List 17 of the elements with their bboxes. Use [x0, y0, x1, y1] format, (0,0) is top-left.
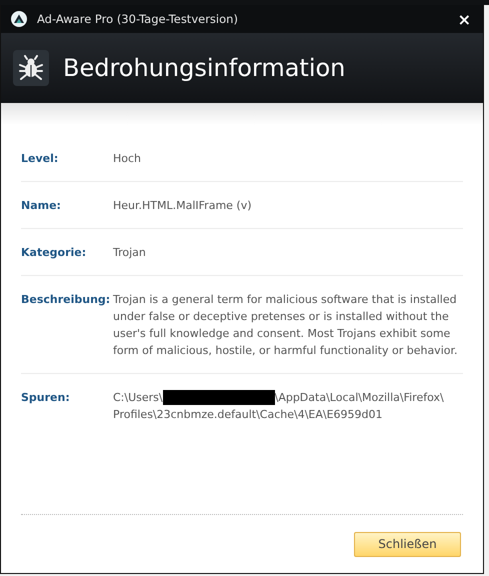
close-dialog-button[interactable]: Schließen: [354, 532, 461, 556]
path-text: Profiles\23cnbmze.default\Cache\4\EA\E6959d01: [113, 407, 383, 423]
field-label: Name:: [21, 198, 62, 214]
field-value: Heur.HTML.MalIFrame (v): [113, 198, 253, 214]
field-label: Level:: [21, 151, 60, 167]
field-value: Trojan: [113, 245, 147, 261]
window-title: Ad-Aware Pro (30-Tage-Testversion): [37, 12, 239, 26]
field-label: Kategorie:: [21, 245, 88, 261]
bug-icon: [13, 50, 49, 86]
dialog-heading: Bedrohungsinformation: [63, 54, 346, 82]
path-text: C:\Users\: [113, 390, 163, 406]
field-value: Hoch: [113, 151, 142, 167]
app-logo-icon: [11, 11, 27, 27]
field-label: Spuren:: [21, 390, 71, 406]
field-label: Beschreibung:: [21, 292, 112, 308]
description-text: Trojan is a general term for malicious software that is installed under false or deceptive pretenses or is installed without the user's full knowledge and consent. Most Trojans exhibit some form of malicious, hostile, or harmful functionality or behavior.: [113, 292, 458, 359]
close-button[interactable]: ×: [456, 10, 473, 28]
